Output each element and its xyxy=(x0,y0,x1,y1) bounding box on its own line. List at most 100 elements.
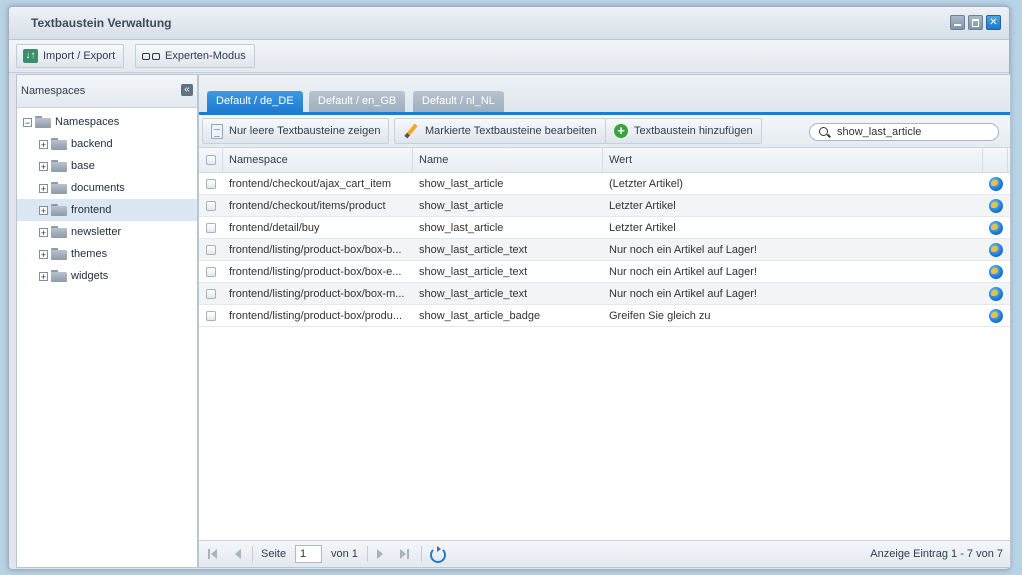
expand-node-icon[interactable]: + xyxy=(39,139,48,149)
column-header-namespace[interactable]: Namespace xyxy=(223,148,413,172)
column-header-actions xyxy=(983,148,1008,172)
last-page-icon xyxy=(400,549,406,559)
plus-icon: + xyxy=(614,124,628,138)
globe-icon[interactable] xyxy=(988,264,1003,279)
row-checkbox-cell[interactable] xyxy=(199,283,223,304)
row-checkbox[interactable] xyxy=(206,288,216,299)
row-action-cell xyxy=(983,173,1008,194)
last-page-button[interactable] xyxy=(399,549,409,559)
table-row[interactable]: frontend/listing/product-box/box-b... sh… xyxy=(199,239,1010,261)
row-checkbox-cell[interactable] xyxy=(199,239,223,260)
folder-icon xyxy=(51,182,67,194)
search-input[interactable] xyxy=(837,125,987,139)
row-checkbox-cell[interactable] xyxy=(199,305,223,326)
column-header-value[interactable]: Wert xyxy=(603,148,983,172)
row-checkbox-cell[interactable] xyxy=(199,217,223,238)
globe-icon[interactable] xyxy=(988,220,1003,235)
window-titlebar[interactable]: Textbaustein Verwaltung ✕ xyxy=(9,7,1009,40)
expand-node-icon[interactable]: + xyxy=(39,271,48,281)
collapse-node-icon[interactable]: − xyxy=(23,117,32,127)
maximize-button[interactable] xyxy=(968,15,983,30)
globe-icon[interactable] xyxy=(988,242,1003,257)
table-row[interactable]: frontend/listing/product-box/box-e... sh… xyxy=(199,261,1010,283)
column-header-name[interactable]: Name xyxy=(413,148,603,172)
edit-marked-label: Markierte Textbausteine bearbeiten xyxy=(425,125,597,137)
tree-root-namespaces[interactable]: − Namespaces xyxy=(17,111,197,133)
edit-marked-button[interactable]: Markierte Textbausteine bearbeiten xyxy=(394,118,606,144)
show-empty-button[interactable]: Nur leere Textbausteine zeigen xyxy=(202,118,390,144)
cell-value: Letzter Artikel xyxy=(609,221,676,234)
tab-default-en-gb[interactable]: Default / en_GB xyxy=(309,91,406,112)
search-field[interactable] xyxy=(809,123,999,141)
collapse-panel-button[interactable]: « xyxy=(181,84,193,96)
first-page-button[interactable] xyxy=(208,549,218,559)
tree-item-newsletter[interactable]: + newsletter xyxy=(17,221,197,243)
tree-item-themes[interactable]: + themes xyxy=(17,243,197,265)
tab-default-nl-nl[interactable]: Default / nl_NL xyxy=(413,91,504,112)
table-row[interactable]: frontend/listing/product-box/produ... sh… xyxy=(199,305,1010,327)
cell-name: show_last_article_badge xyxy=(419,309,541,322)
cell-name: show_last_article_text xyxy=(419,287,528,300)
namespaces-panel-title: Namespaces xyxy=(21,85,86,97)
row-checkbox[interactable] xyxy=(206,200,216,211)
namespaces-panel-header: Namespaces « xyxy=(17,75,197,108)
previous-page-button[interactable] xyxy=(232,549,242,559)
row-checkbox-cell[interactable] xyxy=(199,173,223,194)
expand-node-icon[interactable]: + xyxy=(39,161,48,171)
paging-info: Anzeige Eintrag 1 - 7 von 7 xyxy=(870,548,1003,560)
page-label: Seite xyxy=(261,548,287,560)
row-checkbox[interactable] xyxy=(206,244,216,255)
expand-node-icon[interactable]: + xyxy=(39,227,48,237)
globe-icon[interactable] xyxy=(988,308,1003,323)
globe-icon[interactable] xyxy=(988,198,1003,213)
tree-item-documents[interactable]: + documents xyxy=(17,177,197,199)
table-row[interactable]: frontend/listing/product-box/box-m... sh… xyxy=(199,283,1010,305)
globe-icon[interactable] xyxy=(988,286,1003,301)
row-checkbox-cell[interactable] xyxy=(199,261,223,282)
folder-icon xyxy=(51,138,67,150)
row-checkbox[interactable] xyxy=(206,178,216,189)
row-checkbox[interactable] xyxy=(206,266,216,277)
next-page-button[interactable] xyxy=(376,549,386,559)
grid-toolbar: Nur leere Textbausteine zeigen Markierte… xyxy=(199,115,1010,148)
close-button[interactable]: ✕ xyxy=(986,15,1001,30)
select-all-checkbox[interactable] xyxy=(206,155,216,165)
folder-icon xyxy=(35,116,51,128)
pager-separator xyxy=(252,546,253,562)
minimize-button[interactable] xyxy=(950,15,965,30)
row-action-cell xyxy=(983,239,1008,260)
select-all-cell[interactable] xyxy=(199,148,223,172)
cell-value: (Letzter Artikel) xyxy=(609,177,683,190)
table-row[interactable]: frontend/detail/buy show_last_article Le… xyxy=(199,217,1010,239)
tree-item-widgets[interactable]: + widgets xyxy=(17,265,197,287)
tree-node-label: themes xyxy=(71,248,108,260)
table-row[interactable]: frontend/checkout/items/product show_las… xyxy=(199,195,1010,217)
expand-node-icon[interactable]: + xyxy=(39,249,48,259)
expand-node-icon[interactable]: + xyxy=(39,205,48,215)
tree-item-backend[interactable]: + backend xyxy=(17,133,197,155)
tree-item-base[interactable]: + base xyxy=(17,155,197,177)
row-checkbox[interactable] xyxy=(206,310,216,321)
cell-name: show_last_article xyxy=(419,177,504,190)
add-snippet-button[interactable]: + Textbaustein hinzufügen xyxy=(605,118,762,144)
tree-node-label: documents xyxy=(71,182,125,194)
close-icon: ✕ xyxy=(989,17,998,28)
row-checkbox[interactable] xyxy=(206,222,216,233)
globe-icon[interactable] xyxy=(988,176,1003,191)
refresh-icon[interactable] xyxy=(430,546,446,563)
row-checkbox-cell[interactable] xyxy=(199,195,223,216)
cell-namespace: frontend/listing/product-box/produ... xyxy=(229,309,403,322)
tree-item-frontend[interactable]: + frontend xyxy=(17,199,197,221)
cell-namespace: frontend/listing/product-box/box-m... xyxy=(229,287,405,300)
table-row[interactable]: frontend/checkout/ajax_cart_item show_la… xyxy=(199,173,1010,195)
cell-value: Nur noch ein Artikel auf Lager! xyxy=(609,287,757,300)
row-action-cell xyxy=(983,217,1008,238)
tree-node-label: Namespaces xyxy=(55,116,120,128)
expand-node-icon[interactable]: + xyxy=(39,183,48,193)
expert-mode-button[interactable]: Experten-Modus xyxy=(135,44,255,68)
tab-default-de-de[interactable]: Default / de_DE xyxy=(207,91,303,112)
page-input[interactable]: 1 xyxy=(295,545,322,563)
cell-name: show_last_article xyxy=(419,221,504,234)
folder-icon xyxy=(51,160,67,172)
import-export-button[interactable]: ↓↑ Import / Export xyxy=(16,44,125,68)
